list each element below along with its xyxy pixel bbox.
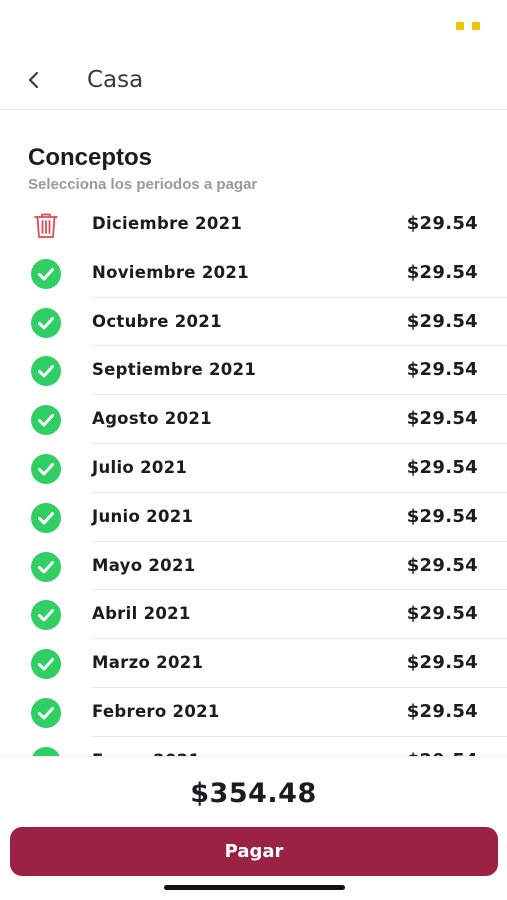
- period-amount: $29.54: [406, 700, 478, 722]
- navigation-bar: Casa: [0, 52, 507, 110]
- period-amount: $29.54: [406, 505, 478, 527]
- period-amount: $29.54: [406, 652, 478, 674]
- total-amount: $354.48: [190, 778, 317, 809]
- period-row[interactable]: Junio 2021 $29.54: [0, 493, 507, 542]
- section-title: Conceptos: [28, 144, 153, 171]
- periods-list: Diciembre 2021 $29.54 Noviembre 2021 $29.54…: [0, 200, 507, 756]
- period-row[interactable]: Marzo 2021 $29.54: [0, 639, 507, 688]
- period-row[interactable]: Enero 2021$29.54: [0, 737, 507, 756]
- check-circle-icon[interactable]: [31, 453, 61, 484]
- period-row[interactable]: Abril 2021 $29.54: [0, 590, 507, 640]
- period-row[interactable]: Diciembre 2021 $29.54: [0, 200, 507, 249]
- section-subtitle: Selecciona los periodos a pagar: [28, 176, 258, 193]
- trash-icon[interactable]: [31, 210, 61, 240]
- check-circle-icon[interactable]: [31, 746, 61, 756]
- back-button[interactable]: [18, 64, 50, 96]
- pay-button[interactable]: Pagar: [10, 827, 498, 876]
- period-label: Septiembre 2021: [92, 360, 257, 380]
- status-indicator-icon: [456, 20, 480, 32]
- check-circle-icon[interactable]: [31, 502, 61, 533]
- period-row[interactable]: Octubre 2021 $29.54: [0, 298, 507, 347]
- period-label: Diciembre 2021: [92, 214, 243, 233]
- period-label: Mayo 2021: [92, 555, 196, 575]
- check-circle-icon[interactable]: [31, 258, 61, 289]
- period-amount: $29.54: [406, 310, 478, 332]
- check-circle-icon[interactable]: [31, 405, 61, 436]
- period-row[interactable]: Septiembre 2021 $29.54: [0, 346, 507, 396]
- period-row[interactable]: Agosto 2021 $29.54: [0, 395, 507, 444]
- period-amount: $29.54: [406, 213, 478, 234]
- chevron-left-icon: [28, 71, 39, 89]
- period-label: Noviembre 2021: [92, 262, 249, 282]
- period-amount: $29.54: [406, 408, 478, 430]
- period-label: Abril 2021: [92, 604, 191, 624]
- home-indicator: [164, 885, 345, 890]
- period-row[interactable]: Febrero 2021 $29.54: [0, 688, 507, 737]
- period-row[interactable]: Julio 2021 $29.54: [0, 444, 507, 493]
- period-amount: $29.54: [406, 554, 478, 576]
- check-circle-icon[interactable]: [31, 600, 61, 631]
- check-circle-icon[interactable]: [31, 307, 61, 338]
- check-circle-icon[interactable]: [31, 356, 61, 387]
- period-amount: $29.54: [406, 603, 478, 625]
- period-amount: $29.54: [406, 261, 478, 283]
- period-row[interactable]: Noviembre 2021 $29.54: [0, 249, 507, 298]
- status-bar: [0, 0, 507, 50]
- period-amount: $29.54: [406, 456, 478, 478]
- check-circle-icon[interactable]: [31, 697, 61, 728]
- period-label: Junio 2021: [92, 506, 194, 526]
- period-row[interactable]: Mayo 2021 $29.54: [0, 542, 507, 591]
- check-circle-icon[interactable]: [31, 649, 61, 680]
- period-label: Agosto 2021: [92, 409, 212, 429]
- period-label: Octubre 2021: [92, 311, 222, 331]
- period-label: Marzo 2021: [92, 653, 204, 673]
- page-title: Casa: [87, 67, 144, 93]
- period-amount: $29.54: [406, 359, 478, 381]
- check-circle-icon[interactable]: [31, 551, 61, 582]
- period-label: Julio 2021: [92, 457, 188, 477]
- period-label: Febrero 2021: [92, 701, 220, 721]
